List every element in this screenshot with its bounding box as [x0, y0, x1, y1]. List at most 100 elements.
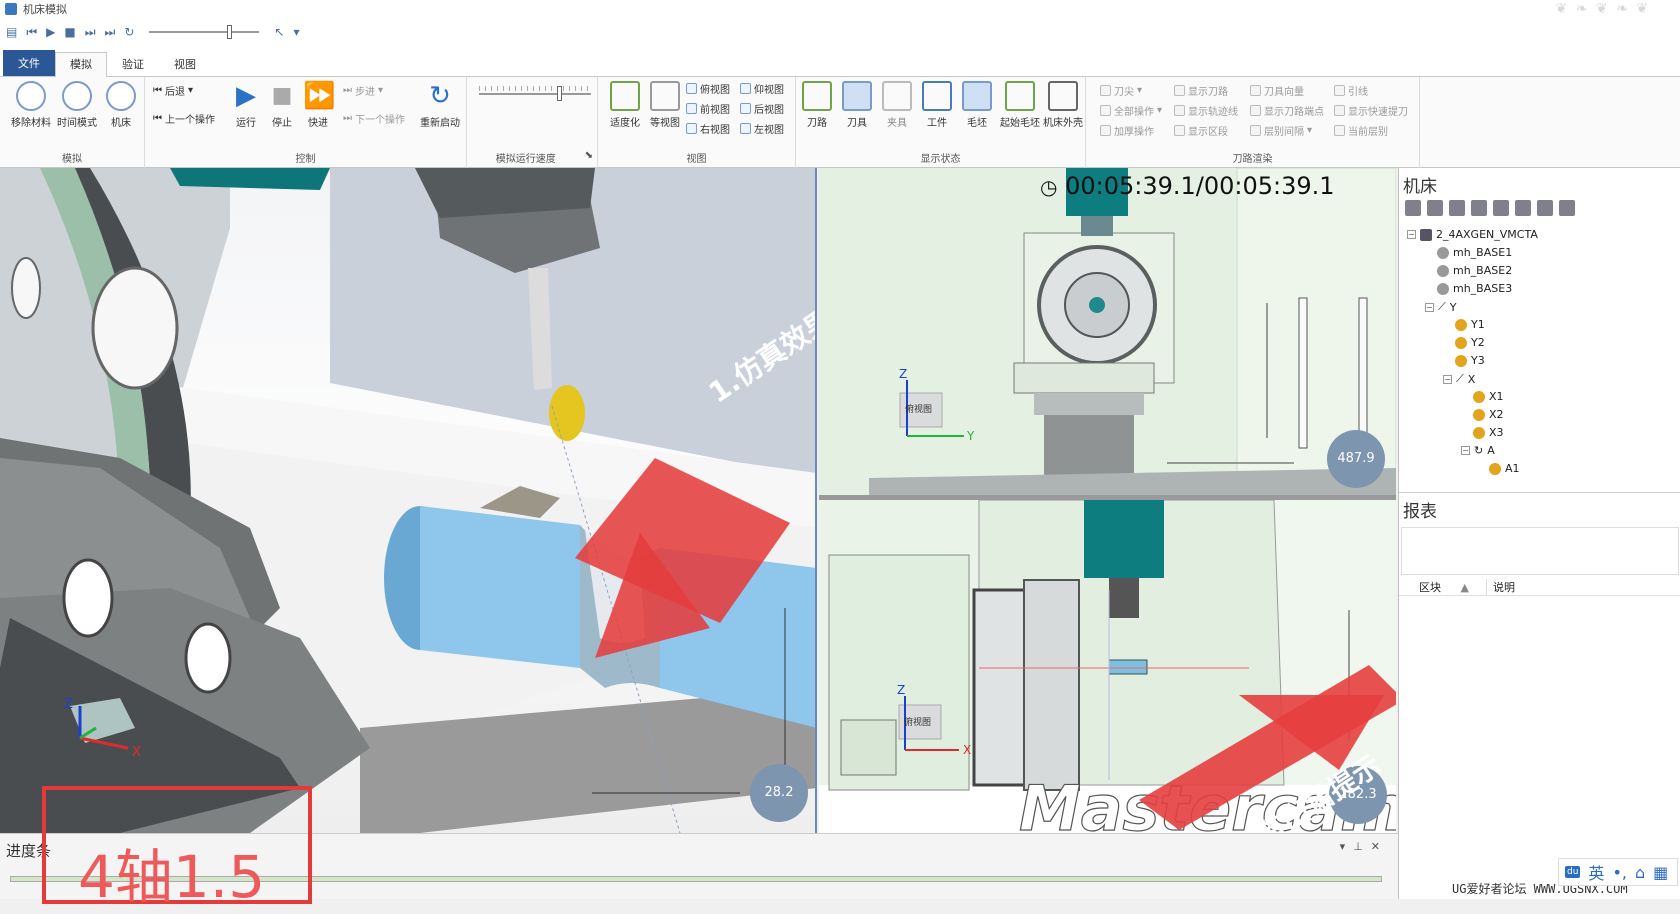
remove-material-button[interactable]: 移除材料 — [8, 81, 54, 129]
fast-forward-icon[interactable]: ⏭ — [85, 25, 96, 40]
dialog-launcher-icon[interactable]: ⬊ — [585, 150, 593, 161]
tab-view[interactable]: 视图 — [159, 52, 211, 76]
viewport-main[interactable]: Z X 1.仿真效果 28.2 — [0, 168, 817, 833]
prev-op-button[interactable]: ⏮ 上一个操作 — [153, 111, 215, 126]
current-layer-icon — [1334, 125, 1345, 136]
step-button[interactable]: ⏭ 步进 ▾ — [343, 83, 383, 98]
tree-node[interactable]: mh_BASE3 — [1437, 282, 1512, 295]
collapse-icon[interactable]: − — [1461, 446, 1470, 455]
current-layer-option[interactable]: 当前层别 — [1334, 123, 1388, 138]
tree-node[interactable]: − ⟋ X — [1443, 372, 1475, 386]
copy-machine-icon[interactable] — [1493, 200, 1509, 216]
pin-icon[interactable]: ⊥ — [1353, 840, 1371, 853]
next-op-button[interactable]: ⏭ 下一个操作 — [343, 111, 405, 126]
tree-node[interactable]: X1 — [1473, 390, 1504, 403]
view-bottom-button[interactable]: 仰视图 — [740, 81, 784, 96]
axis-z-label: Z — [64, 697, 73, 712]
fit-icon — [610, 81, 640, 111]
machine-button[interactable]: 机床 — [98, 81, 144, 129]
all-ops-option[interactable]: 全部操作 ▾ — [1100, 103, 1162, 118]
tree-node[interactable]: X2 — [1473, 408, 1504, 421]
progress-panel-controls: ▾⊥✕ — [1340, 840, 1388, 853]
speed-slider-knob[interactable] — [557, 86, 562, 101]
collapse-icon[interactable]: − — [1407, 230, 1416, 239]
iso-view-button[interactable]: 等视图 — [642, 81, 688, 129]
tree-node[interactable]: mh_BASE1 — [1437, 246, 1512, 259]
tool-tip-option[interactable]: 刀尖 ▾ — [1100, 83, 1142, 98]
stock-display-button[interactable]: 毛坯 — [958, 81, 996, 129]
toolpath-display-button[interactable]: 刀路 — [798, 81, 836, 129]
collapse-icon[interactable]: − — [1443, 374, 1452, 384]
show-rapid-option[interactable]: 显示快速提刀 — [1334, 103, 1408, 118]
fixture-display-button[interactable]: 夹具 — [878, 81, 916, 129]
tool-vector-option[interactable]: 刀具向量 — [1250, 83, 1304, 98]
workpiece-icon — [922, 81, 952, 111]
tree-node[interactable]: X3 — [1473, 426, 1504, 439]
scene-main: Z X — [0, 168, 815, 833]
workpiece-display-button[interactable]: 工件 — [918, 81, 956, 129]
ime-language[interactable]: 英 — [1588, 860, 1604, 884]
machine-housing-button[interactable]: 机床外壳 — [1040, 81, 1086, 129]
reload-machine-icon[interactable] — [1449, 200, 1465, 216]
axis-x-label-2: X — [963, 743, 971, 757]
tab-verify[interactable]: 验证 — [107, 52, 159, 76]
info-icon[interactable] — [1537, 200, 1553, 216]
window-title: 机床模拟 — [23, 2, 67, 16]
pointer-icon[interactable]: ↖ — [274, 25, 284, 39]
column-description[interactable]: 说明 — [1487, 579, 1515, 595]
tool-display-button[interactable]: 刀具 — [838, 81, 876, 129]
play-icon[interactable]: ▶ — [46, 25, 55, 39]
tree-node[interactable]: Y2 — [1455, 336, 1485, 349]
fast-forward-button[interactable]: ⏩ 快进 — [295, 81, 341, 129]
tab-simulate[interactable]: 模拟 — [55, 52, 107, 77]
group-label: 显示状态 — [920, 154, 961, 165]
lead-option[interactable]: 引线 — [1334, 83, 1368, 98]
view-front-button[interactable]: 前视图 — [686, 101, 730, 116]
show-endpoints-option[interactable]: 显示刀路端点 — [1250, 103, 1324, 118]
view-left-button[interactable]: 左视图 — [740, 121, 784, 136]
show-segment-option[interactable]: 显示区段 — [1174, 123, 1228, 138]
refresh-icon[interactable] — [1515, 200, 1531, 216]
viewport-top-right[interactable]: Z Y 俯视图 487.9 — [819, 168, 1396, 495]
restart-icon[interactable]: ↻ — [124, 25, 134, 39]
column-block[interactable]: 区块 ▲ — [1399, 579, 1487, 595]
add-machine-icon[interactable] — [1427, 200, 1443, 216]
thicken-op-option[interactable]: 加厚操作 — [1100, 123, 1154, 138]
tree-node[interactable]: A1 — [1489, 462, 1520, 475]
skip-end-icon[interactable]: ⏭ — [105, 25, 116, 40]
tree-node-root[interactable]: −2_4AXGEN_VMCTA — [1407, 228, 1538, 241]
layer-interval-option[interactable]: 层别间隔 ▾ — [1250, 123, 1312, 138]
view-top-button[interactable]: 俯视图 — [686, 81, 730, 96]
dropdown-icon[interactable]: ▾ — [1340, 840, 1354, 853]
view-back-button[interactable]: 后视图 — [740, 101, 784, 116]
edit-machine-icon[interactable] — [1405, 200, 1421, 216]
initial-stock-button[interactable]: 起始毛坯 — [998, 81, 1042, 129]
stop-icon[interactable]: ■ — [64, 25, 75, 39]
back-button[interactable]: ⏮ 后退 ▾ — [153, 83, 193, 98]
ime-grid-icon[interactable]: ▦ — [1653, 863, 1668, 882]
punctuation-icon[interactable]: •, — [1612, 863, 1627, 882]
speed-slider[interactable] — [479, 86, 591, 101]
show-toolpath-option[interactable]: 显示刀路 — [1174, 83, 1228, 98]
quick-access-toolbar: ▤ ⏮ ▶ ■ ⏭ ⏭ ↻ ↖ ▾ — [0, 17, 1680, 47]
time-mode-button[interactable]: 时间模式 — [54, 81, 100, 129]
tree-node[interactable]: − ↻ A — [1461, 444, 1495, 457]
tree-node[interactable]: − ⟋ Y — [1425, 300, 1456, 314]
show-trace-option[interactable]: 显示轨迹线 — [1174, 103, 1238, 118]
rewind-icon[interactable]: ⏮ — [26, 25, 37, 40]
search-icon[interactable] — [1559, 200, 1575, 216]
tree-node[interactable]: Y3 — [1455, 354, 1485, 367]
ime-user-icon[interactable]: ⌂ — [1635, 863, 1645, 882]
restart-button[interactable]: ↻ 重新启动 — [415, 81, 465, 129]
qat-speed-slider[interactable] — [149, 25, 260, 39]
tree-node[interactable]: Y1 — [1455, 318, 1485, 331]
view-right-button[interactable]: 右视图 — [686, 121, 730, 136]
ime-toolbar[interactable]: du 英 •, ⌂ ▦ — [1558, 858, 1678, 886]
save-machine-icon[interactable] — [1471, 200, 1487, 216]
collapse-icon[interactable]: − — [1425, 302, 1434, 312]
qat-dropdown-icon[interactable]: ▾ — [293, 25, 299, 39]
tab-file[interactable]: 文件 — [3, 50, 55, 76]
save-icon[interactable]: ▤ — [6, 25, 17, 39]
tree-node[interactable]: mh_BASE2 — [1437, 264, 1512, 277]
close-icon[interactable]: ✕ — [1371, 840, 1388, 853]
